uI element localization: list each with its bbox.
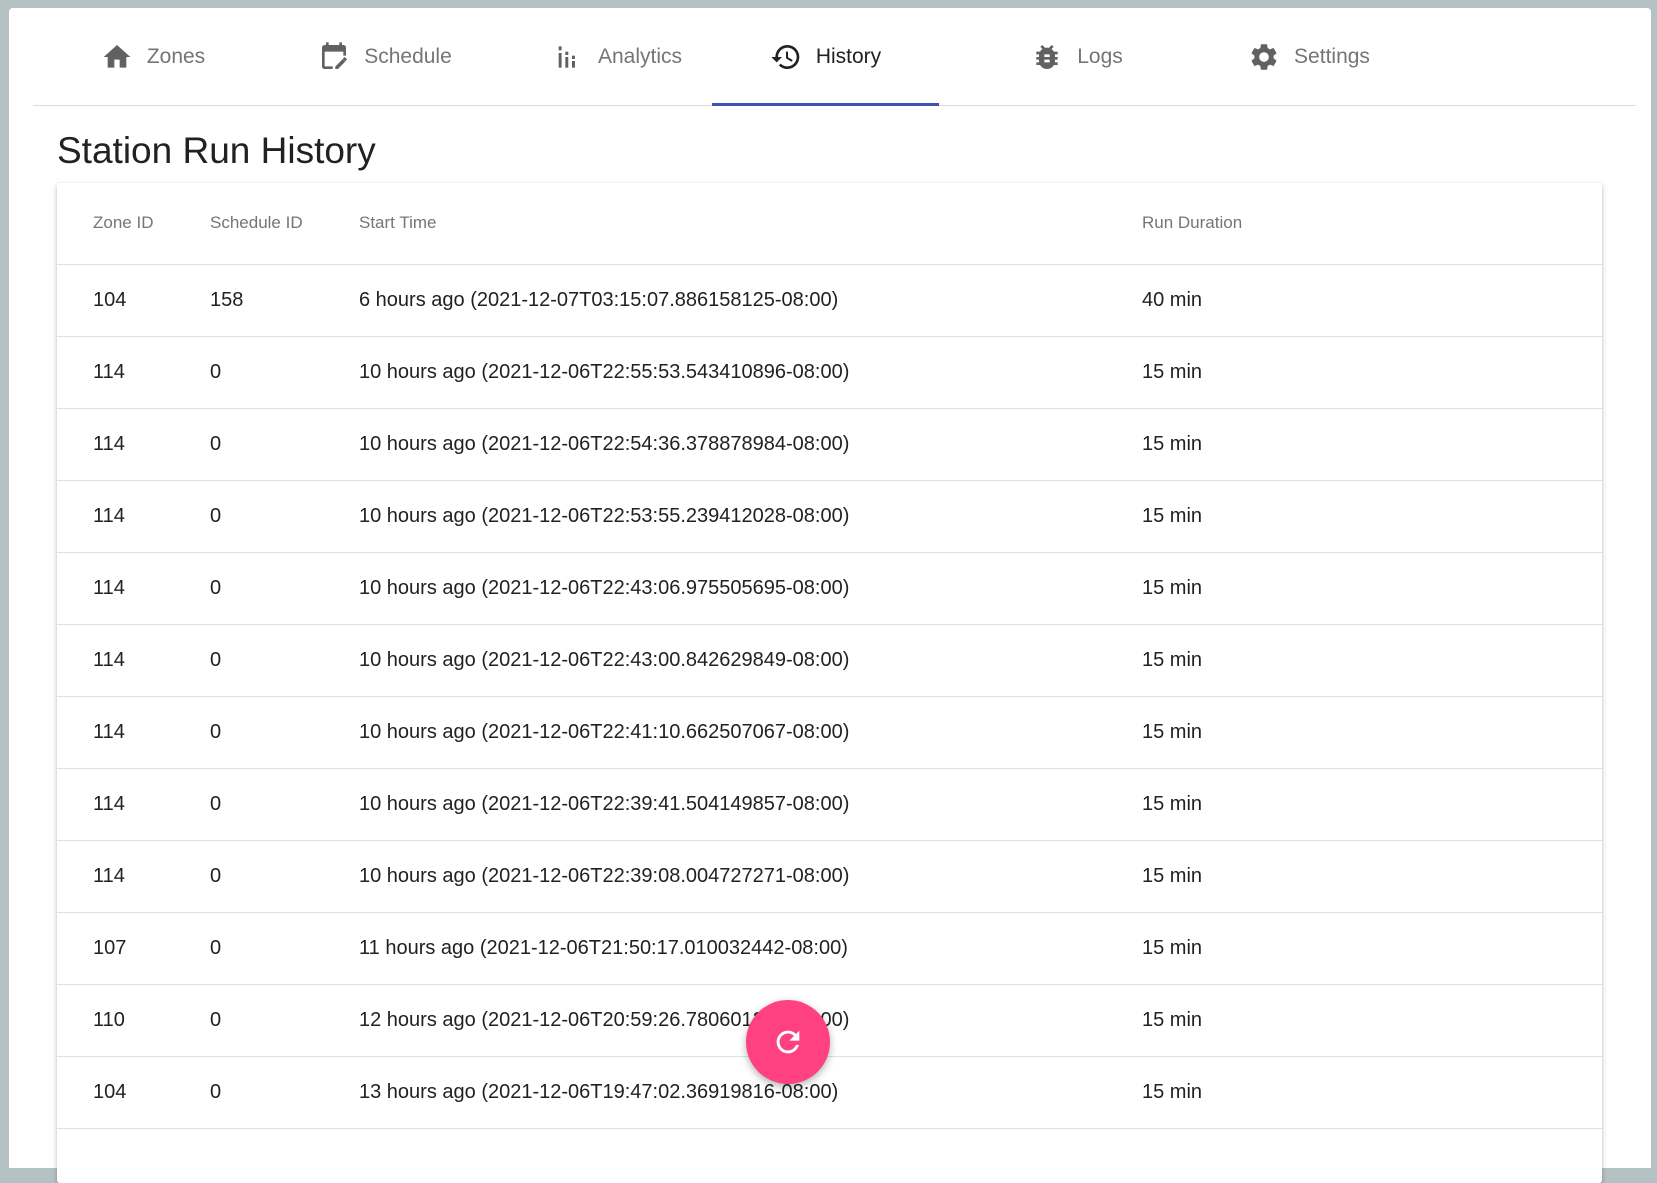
schedule-id-cell: 0 (210, 649, 222, 671)
table-row[interactable]: 114 0 10 hours ago (2021-12-06T22:39:08.00… (57, 841, 1602, 913)
schedule-id-cell: 158 (210, 289, 244, 311)
tab-label: Settings (1294, 44, 1370, 68)
schedule-id-cell: 0 (210, 865, 222, 887)
schedule-id-cell: 0 (210, 1081, 222, 1103)
run-duration-cell: 15 min (1142, 865, 1203, 887)
app-window: Zones Schedule Analytics History Logs Se… (9, 8, 1651, 1183)
tab-analytics[interactable]: Analytics (497, 8, 737, 105)
start-time-cell: 10 hours ago (2021-12-06T22:54:36.378878… (359, 433, 850, 455)
tab-label: Analytics (597, 44, 683, 68)
zone-id-cell: 104 (93, 1081, 127, 1103)
table-row[interactable]: 114 0 10 hours ago (2021-12-06T22:41:10.66… (57, 697, 1602, 769)
tab-label: Schedule (364, 44, 452, 68)
bar-chart-icon (552, 41, 584, 73)
start-time-cell: 10 hours ago (2021-12-06T22:39:08.004727… (359, 865, 850, 887)
start-time-cell: 10 hours ago (2021-12-06T22:43:06.975505… (359, 577, 850, 599)
schedule-id-cell: 0 (210, 937, 222, 959)
tab-settings[interactable]: Settings (1189, 8, 1429, 105)
zone-id-cell: 114 (93, 865, 125, 887)
run-duration-cell: 15 min (1142, 721, 1203, 743)
refresh-button[interactable] (746, 1000, 830, 1084)
schedule-id-cell: 0 (210, 721, 222, 743)
table-row[interactable]: 114 0 10 hours ago (2021-12-06T22:39:41.50… (57, 769, 1602, 841)
zone-id-cell: 114 (93, 649, 125, 671)
start-time-cell: 10 hours ago (2021-12-06T22:39:41.504149… (359, 793, 850, 815)
column-header-run-duration[interactable]: Run Duration (1142, 213, 1242, 233)
table-row[interactable]: 107 0 11 hours ago (2021-12-06T21:50:17.01… (57, 913, 1602, 985)
history-icon (770, 41, 802, 73)
table-header: Zone ID Schedule ID Start Time Run Durat… (57, 183, 1602, 265)
tab-label: History (815, 44, 882, 68)
tab-schedule[interactable]: Schedule (265, 8, 505, 105)
table-body: 104 158 6 hours ago (2021-12-07T03:15:07.8… (57, 265, 1602, 1129)
calendar-edit-icon (318, 41, 350, 73)
page-title: Station Run History (57, 130, 376, 171)
gear-icon (1248, 41, 1280, 73)
schedule-id-cell: 0 (210, 793, 222, 815)
start-time-cell: 13 hours ago (2021-12-06T19:47:02.369198… (359, 1081, 839, 1103)
zone-id-cell: 114 (93, 577, 125, 599)
run-duration-cell: 15 min (1142, 361, 1203, 383)
run-duration-cell: 15 min (1142, 937, 1203, 959)
table-row[interactable]: 114 0 10 hours ago (2021-12-06T22:43:06.97… (57, 553, 1602, 625)
home-icon (101, 41, 133, 73)
schedule-id-cell: 0 (210, 361, 222, 383)
refresh-icon (771, 1025, 805, 1059)
run-duration-cell: 15 min (1142, 1081, 1203, 1103)
zone-id-cell: 110 (93, 1009, 125, 1031)
zone-id-cell: 114 (93, 361, 125, 383)
run-duration-cell: 15 min (1142, 577, 1203, 599)
active-tab-indicator (712, 103, 939, 106)
tab-bar: Zones Schedule Analytics History Logs Se… (33, 8, 1636, 106)
run-duration-cell: 15 min (1142, 505, 1203, 527)
zone-id-cell: 104 (93, 289, 127, 311)
tab-label: Logs (1077, 44, 1123, 68)
zone-id-cell: 114 (93, 505, 125, 527)
start-time-cell: 10 hours ago (2021-12-06T22:55:53.543410… (359, 361, 850, 383)
schedule-id-cell: 0 (210, 1009, 222, 1031)
start-time-cell: 11 hours ago (2021-12-06T21:50:17.010032… (359, 937, 848, 959)
start-time-cell: 10 hours ago (2021-12-06T22:41:10.662507… (359, 721, 850, 743)
table-row[interactable]: 114 0 10 hours ago (2021-12-06T22:55:53.54… (57, 337, 1602, 409)
table-row[interactable]: 114 0 10 hours ago (2021-12-06T22:53:55.23… (57, 481, 1602, 553)
run-duration-cell: 15 min (1142, 433, 1203, 455)
schedule-id-cell: 0 (210, 577, 222, 599)
run-duration-cell: 15 min (1142, 1009, 1203, 1031)
table-row[interactable]: 104 158 6 hours ago (2021-12-07T03:15:07.8… (57, 265, 1602, 337)
zone-id-cell: 114 (93, 433, 125, 455)
start-time-cell: 10 hours ago (2021-12-06T22:43:00.842629… (359, 649, 850, 671)
column-header-start-time[interactable]: Start Time (359, 213, 436, 233)
start-time-cell: 6 hours ago (2021-12-07T03:15:07.8861581… (359, 289, 839, 311)
bug-icon (1031, 41, 1063, 73)
zone-id-cell: 114 (93, 721, 125, 743)
tab-history[interactable]: History (712, 8, 939, 106)
schedule-id-cell: 0 (210, 433, 222, 455)
column-header-schedule-id[interactable]: Schedule ID (210, 213, 303, 233)
run-duration-cell: 15 min (1142, 649, 1203, 671)
table-row[interactable]: 114 0 10 hours ago (2021-12-06T22:54:36.37… (57, 409, 1602, 481)
tab-zones[interactable]: Zones (33, 8, 273, 105)
run-duration-cell: 40 min (1142, 289, 1203, 311)
schedule-id-cell: 0 (210, 505, 222, 527)
tab-label: Zones (146, 44, 206, 68)
tab-logs[interactable]: Logs (957, 8, 1197, 105)
table-row[interactable]: 114 0 10 hours ago (2021-12-06T22:43:00.84… (57, 625, 1602, 697)
column-header-zone-id[interactable]: Zone ID (93, 213, 153, 233)
zone-id-cell: 107 (93, 937, 127, 959)
zone-id-cell: 114 (93, 793, 125, 815)
history-table: Zone ID Schedule ID Start Time Run Durat… (57, 183, 1602, 1183)
run-duration-cell: 15 min (1142, 793, 1203, 815)
table-row[interactable]: 104 0 13 hours ago (2021-12-06T19:47:02.36… (57, 1057, 1602, 1129)
start-time-cell: 10 hours ago (2021-12-06T22:53:55.239412… (359, 505, 850, 527)
